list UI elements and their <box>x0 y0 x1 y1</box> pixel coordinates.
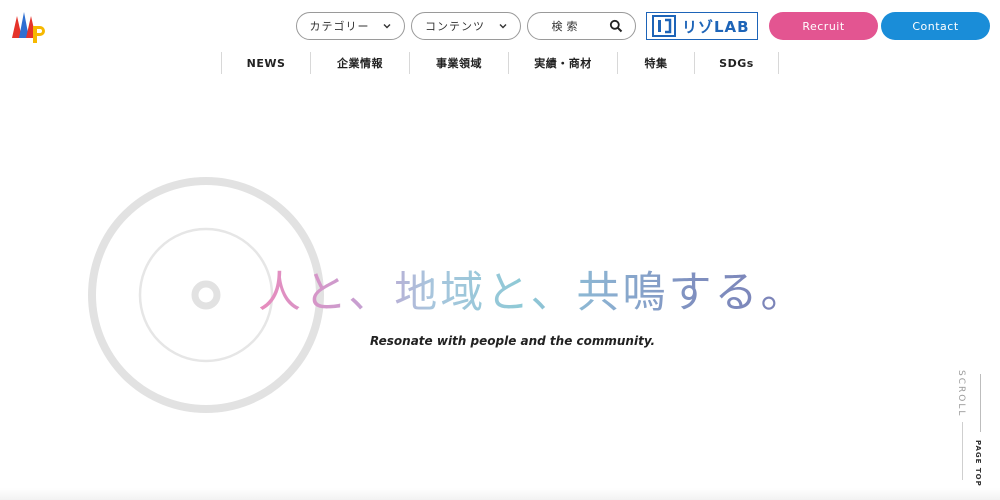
nav-item-feature[interactable]: 特集 <box>617 52 694 74</box>
category-dropdown[interactable]: カテゴリー <box>296 12 405 40</box>
hero-catchcopy: 人と、地域と、共鳴する。 <box>258 258 807 320</box>
scroll-line <box>980 374 981 432</box>
bottom-shadow <box>0 488 1000 500</box>
contents-label: コンテンツ <box>425 20 485 33</box>
nav-item-news[interactable]: NEWS <box>221 52 310 74</box>
search-icon <box>609 19 623 33</box>
scroll-indicator: SCROLL PAGE TOP <box>948 368 988 488</box>
nav-item-works[interactable]: 実績・商材 <box>508 52 617 74</box>
contact-button[interactable]: Contact <box>881 12 990 40</box>
page-top-button[interactable]: PAGE TOP <box>974 440 982 487</box>
nav-item-business[interactable]: 事業領域 <box>409 52 508 74</box>
chevron-down-icon <box>499 24 507 29</box>
hero-subcopy: Resonate with people and the community. <box>370 334 656 348</box>
chevron-down-icon <box>383 24 391 29</box>
mmp-logo-icon[interactable] <box>10 10 46 44</box>
search-button[interactable]: 検索 <box>527 12 636 40</box>
category-label: カテゴリー <box>309 20 370 33</box>
lab-logo-link[interactable]: リゾLAB <box>646 12 758 40</box>
scroll-label: SCROLL <box>956 370 966 418</box>
lab-mark-icon <box>652 15 676 37</box>
recruit-button[interactable]: Recruit <box>769 12 878 40</box>
contents-dropdown[interactable]: コンテンツ <box>411 12 521 40</box>
global-nav: NEWS 企業情報 事業領域 実績・商材 特集 SDGs <box>221 52 779 74</box>
nav-item-company[interactable]: 企業情報 <box>310 52 409 74</box>
page-top-line <box>962 422 963 480</box>
nav-item-sdgs[interactable]: SDGs <box>694 52 779 74</box>
lab-logo-text: リゾLAB <box>682 17 750 36</box>
search-label: 検索 <box>551 20 582 33</box>
